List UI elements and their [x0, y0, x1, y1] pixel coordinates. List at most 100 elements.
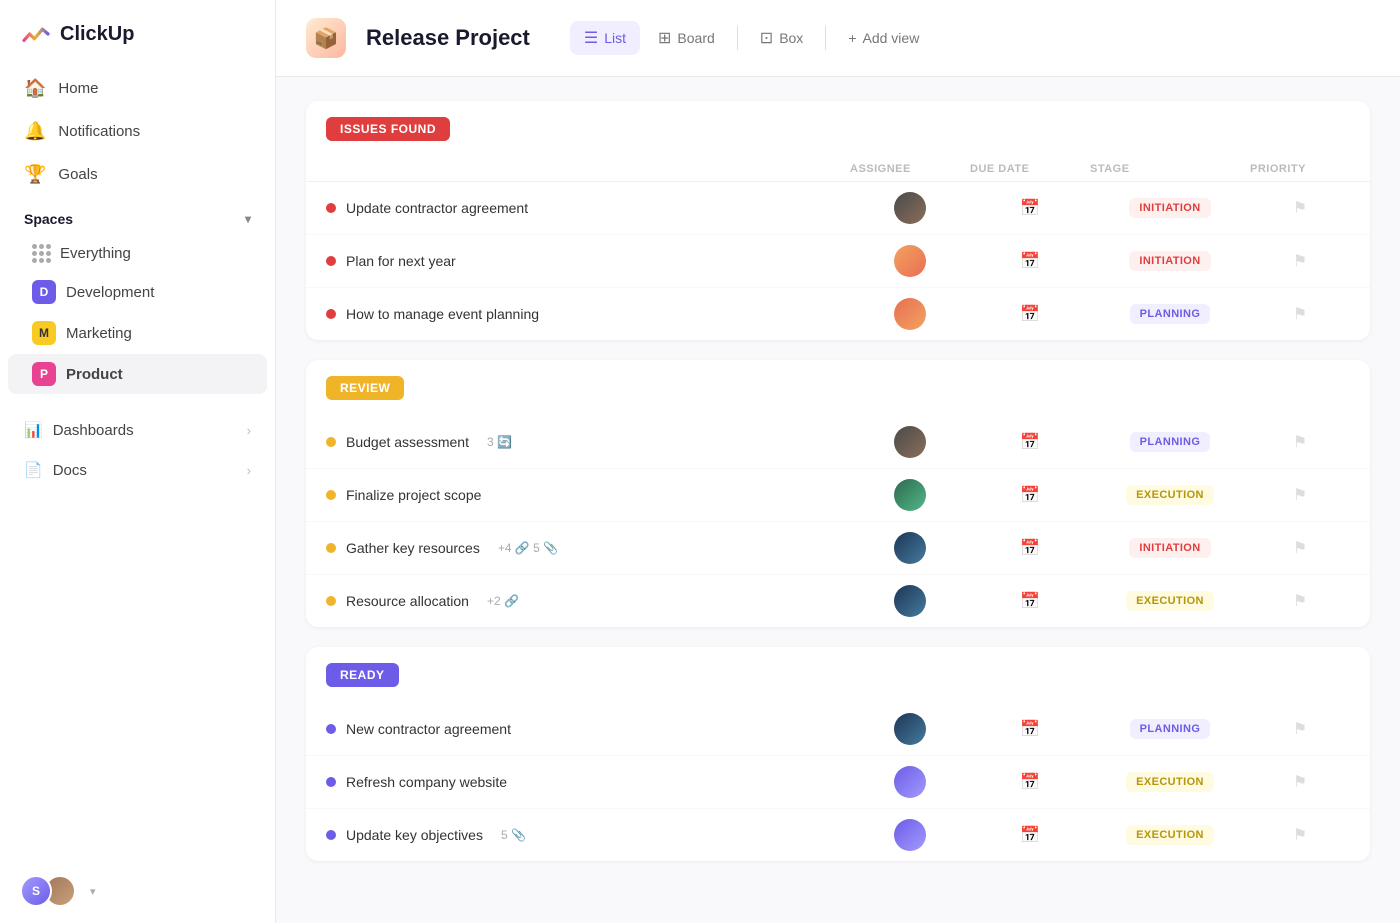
table-row[interactable]: Resource allocation +2 🔗 📅 EXECUTION ⚑ [306, 575, 1370, 627]
table-row[interactable]: Plan for next year 📅 INITIATION ⚑ [306, 235, 1370, 288]
docs-left: 📄 Docs [24, 461, 87, 479]
view-tabs: ☰ List ⊞ Board ⊡ Box + Add view [570, 21, 933, 55]
sidebar-item-product[interactable]: P Product [8, 354, 267, 394]
stage-badge: PLANNING [1130, 432, 1211, 452]
task-date-col: 📅 [970, 719, 1090, 739]
sidebar-item-notifications-label: Notifications [58, 123, 140, 140]
calendar-icon[interactable]: 📅 [1020, 538, 1040, 558]
task-meta: +4 🔗 5 📎 [498, 541, 558, 555]
stage-badge: EXECUTION [1126, 772, 1214, 792]
calendar-icon[interactable]: 📅 [1020, 198, 1040, 218]
task-date-col: 📅 [970, 538, 1090, 558]
stage-badge: PLANNING [1130, 719, 1211, 739]
task-left: Gather key resources +4 🔗 5 📎 [326, 540, 850, 556]
chevron-right-icon-docs: › [247, 463, 251, 478]
flag-icon[interactable]: ⚑ [1293, 825, 1307, 845]
table-row[interactable]: Gather key resources +4 🔗 5 📎 📅 INITIATI… [306, 522, 1370, 575]
section-ready: READY New contractor agreement 📅 PLANNIN… [306, 647, 1370, 861]
avatar [894, 766, 926, 798]
section-ready-header-row: READY [306, 647, 1370, 703]
task-priority-col: ⚑ [1250, 304, 1350, 324]
section-ready-badge: READY [326, 663, 399, 687]
task-date-col: 📅 [970, 825, 1090, 845]
tab-board[interactable]: ⊞ Board [644, 21, 729, 55]
calendar-icon[interactable]: 📅 [1020, 825, 1040, 845]
flag-icon[interactable]: ⚑ [1293, 432, 1307, 452]
sidebar-item-home[interactable]: 🏠 Home [12, 68, 263, 109]
table-row[interactable]: Update contractor agreement 📅 INITIATION… [306, 182, 1370, 235]
table-row[interactable]: Refresh company website 📅 EXECUTION ⚑ [306, 756, 1370, 809]
calendar-icon[interactable]: 📅 [1020, 719, 1040, 739]
task-meta: 3 🔄 [487, 435, 512, 449]
task-meta: +2 🔗 [487, 594, 519, 608]
task-dot [326, 777, 336, 787]
flag-icon[interactable]: ⚑ [1293, 591, 1307, 611]
task-meta: 5 📎 [501, 828, 526, 842]
calendar-icon[interactable]: 📅 [1020, 772, 1040, 792]
table-row[interactable]: New contractor agreement 📅 PLANNING ⚑ [306, 703, 1370, 756]
flag-icon[interactable]: ⚑ [1293, 538, 1307, 558]
flag-icon[interactable]: ⚑ [1293, 772, 1307, 792]
sidebar-item-dashboards-label: Dashboards [53, 422, 134, 439]
tab-list[interactable]: ☰ List [570, 21, 640, 55]
flag-icon[interactable]: ⚑ [1293, 198, 1307, 218]
sidebar-item-goals-label: Goals [58, 166, 97, 183]
section-review-badge: REVIEW [326, 376, 404, 400]
add-view-label: Add view [863, 30, 920, 46]
calendar-icon[interactable]: 📅 [1020, 485, 1040, 505]
add-view-button[interactable]: + Add view [834, 23, 933, 53]
task-dot [326, 309, 336, 319]
task-date-col: 📅 [970, 198, 1090, 218]
calendar-icon[interactable]: 📅 [1020, 432, 1040, 452]
sidebar-item-everything[interactable]: Everything [8, 236, 267, 271]
tab-box[interactable]: ⊡ Box [746, 21, 818, 55]
flag-icon[interactable]: ⚑ [1293, 485, 1307, 505]
flag-icon[interactable]: ⚑ [1293, 251, 1307, 271]
table-row[interactable]: Budget assessment 3 🔄 📅 PLANNING ⚑ [306, 416, 1370, 469]
task-name: Plan for next year [346, 253, 456, 269]
stage-badge: EXECUTION [1126, 825, 1214, 845]
user-dropdown-arrow[interactable]: ▾ [90, 885, 96, 898]
sidebar-item-docs[interactable]: 📄 Docs › [12, 451, 263, 489]
section-review-header-row: REVIEW [306, 360, 1370, 416]
stage-badge: EXECUTION [1126, 485, 1214, 505]
calendar-icon[interactable]: 📅 [1020, 304, 1040, 324]
calendar-icon[interactable]: 📅 [1020, 591, 1040, 611]
task-assignee-col [850, 426, 970, 458]
trophy-icon: 🏆 [24, 164, 46, 185]
flag-icon[interactable]: ⚑ [1293, 719, 1307, 739]
product-badge: P [32, 362, 56, 386]
sidebar-item-dashboards[interactable]: 📊 Dashboards › [12, 411, 263, 449]
table-row[interactable]: Update key objectives 5 📎 📅 EXECUTION ⚑ [306, 809, 1370, 861]
col-assignee: ASSIGNEE [850, 163, 970, 175]
task-left: Plan for next year [326, 253, 850, 269]
box-icon: ⊡ [760, 28, 773, 48]
section-issues-badge: ISSUES FOUND [326, 117, 450, 141]
sidebar-item-goals[interactable]: 🏆 Goals [12, 154, 263, 195]
board-icon: ⊞ [658, 28, 671, 48]
task-stage-col: INITIATION [1090, 538, 1250, 558]
dashboards-left: 📊 Dashboards [24, 421, 134, 439]
sidebar-item-development[interactable]: D Development [8, 272, 267, 312]
task-stage-col: INITIATION [1090, 198, 1250, 218]
task-left: Resource allocation +2 🔗 [326, 593, 850, 609]
sidebar-item-marketing[interactable]: M Marketing [8, 313, 267, 353]
task-assignee-col [850, 585, 970, 617]
avatar-user-s[interactable]: S [20, 875, 52, 907]
task-assignee-col [850, 192, 970, 224]
table-row[interactable]: How to manage event planning 📅 PLANNING … [306, 288, 1370, 340]
flag-icon[interactable]: ⚑ [1293, 304, 1307, 324]
project-icon: 📦 [306, 18, 346, 58]
task-name: Finalize project scope [346, 487, 481, 503]
sidebar: ClickUp 🏠 Home 🔔 Notifications 🏆 Goals S… [0, 0, 276, 923]
task-assignee-col [850, 819, 970, 851]
table-row[interactable]: Finalize project scope 📅 EXECUTION ⚑ [306, 469, 1370, 522]
view-divider [737, 26, 738, 50]
calendar-icon[interactable]: 📅 [1020, 251, 1040, 271]
task-assignee-col [850, 479, 970, 511]
sidebar-item-notifications[interactable]: 🔔 Notifications [12, 111, 263, 152]
sidebar-item-product-label: Product [66, 366, 123, 383]
spaces-header[interactable]: Spaces ▾ [0, 197, 275, 235]
avatar [894, 192, 926, 224]
task-priority-col: ⚑ [1250, 251, 1350, 271]
